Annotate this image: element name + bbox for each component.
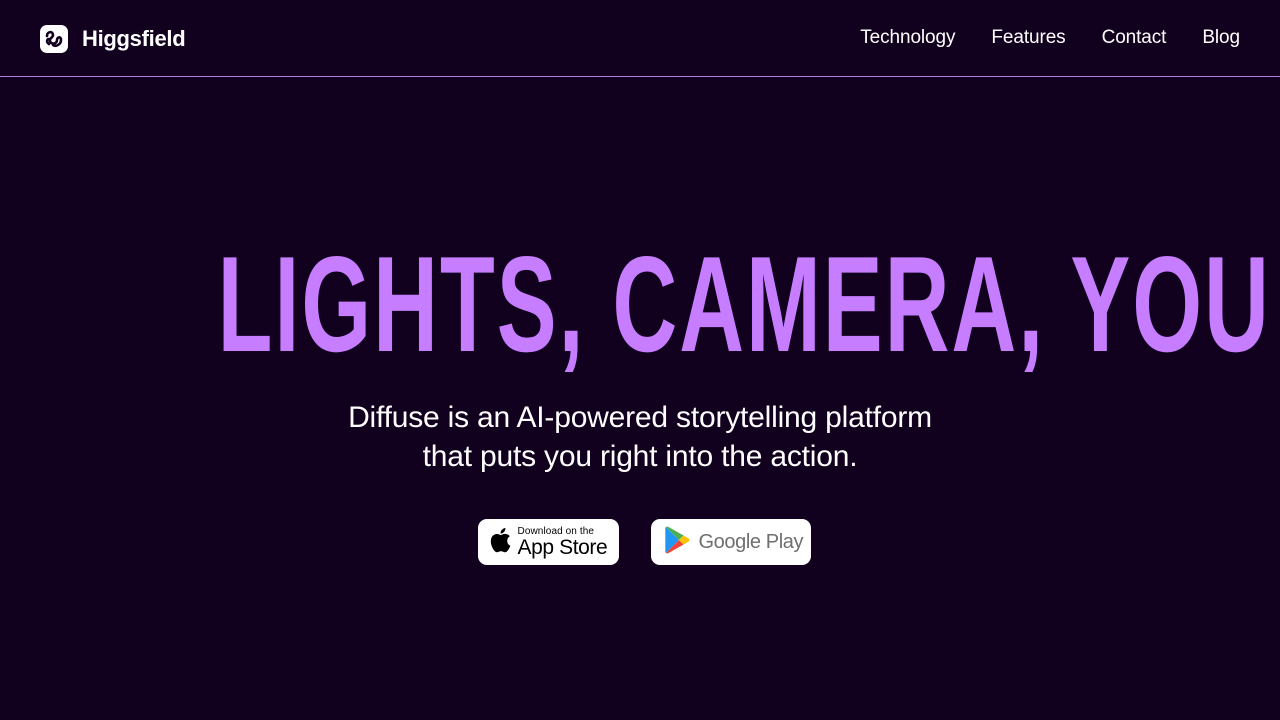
brand-name: Higgsfield (82, 26, 186, 51)
app-store-big-label: App Store (517, 536, 608, 559)
main-nav: Technology Features Contact Blog (860, 27, 1240, 49)
google-play-label: Google Play (698, 530, 804, 553)
hero-subtitle-line-1: Diffuse is an AI-powered storytelling pl… (348, 401, 932, 434)
apple-icon (489, 527, 511, 558)
app-store-label: Download on the App Store (518, 526, 608, 558)
higgsfield-logo-icon (40, 25, 68, 53)
site-header: Higgsfield Technology Features Contact B… (0, 0, 1280, 77)
nav-features[interactable]: Features (991, 27, 1065, 49)
hero-title: LIGHTS, CAMERA, YOU (217, 228, 1271, 380)
nav-technology[interactable]: Technology (860, 27, 955, 49)
brand-home-link[interactable]: Higgsfield (40, 25, 186, 53)
nav-contact[interactable]: Contact (1102, 27, 1167, 49)
google-play-button[interactable]: Google Play (650, 519, 811, 565)
nav-blog[interactable]: Blog (1202, 27, 1240, 49)
hero-subtitle: Diffuse is an AI-powered storytelling pl… (0, 398, 1280, 476)
google-play-icon (664, 526, 691, 559)
store-buttons: Download on the App Store Google Play (0, 519, 1280, 565)
hero-subtitle-line-2: that puts you right into the action. (422, 440, 858, 473)
app-store-button[interactable]: Download on the App Store (477, 519, 619, 565)
